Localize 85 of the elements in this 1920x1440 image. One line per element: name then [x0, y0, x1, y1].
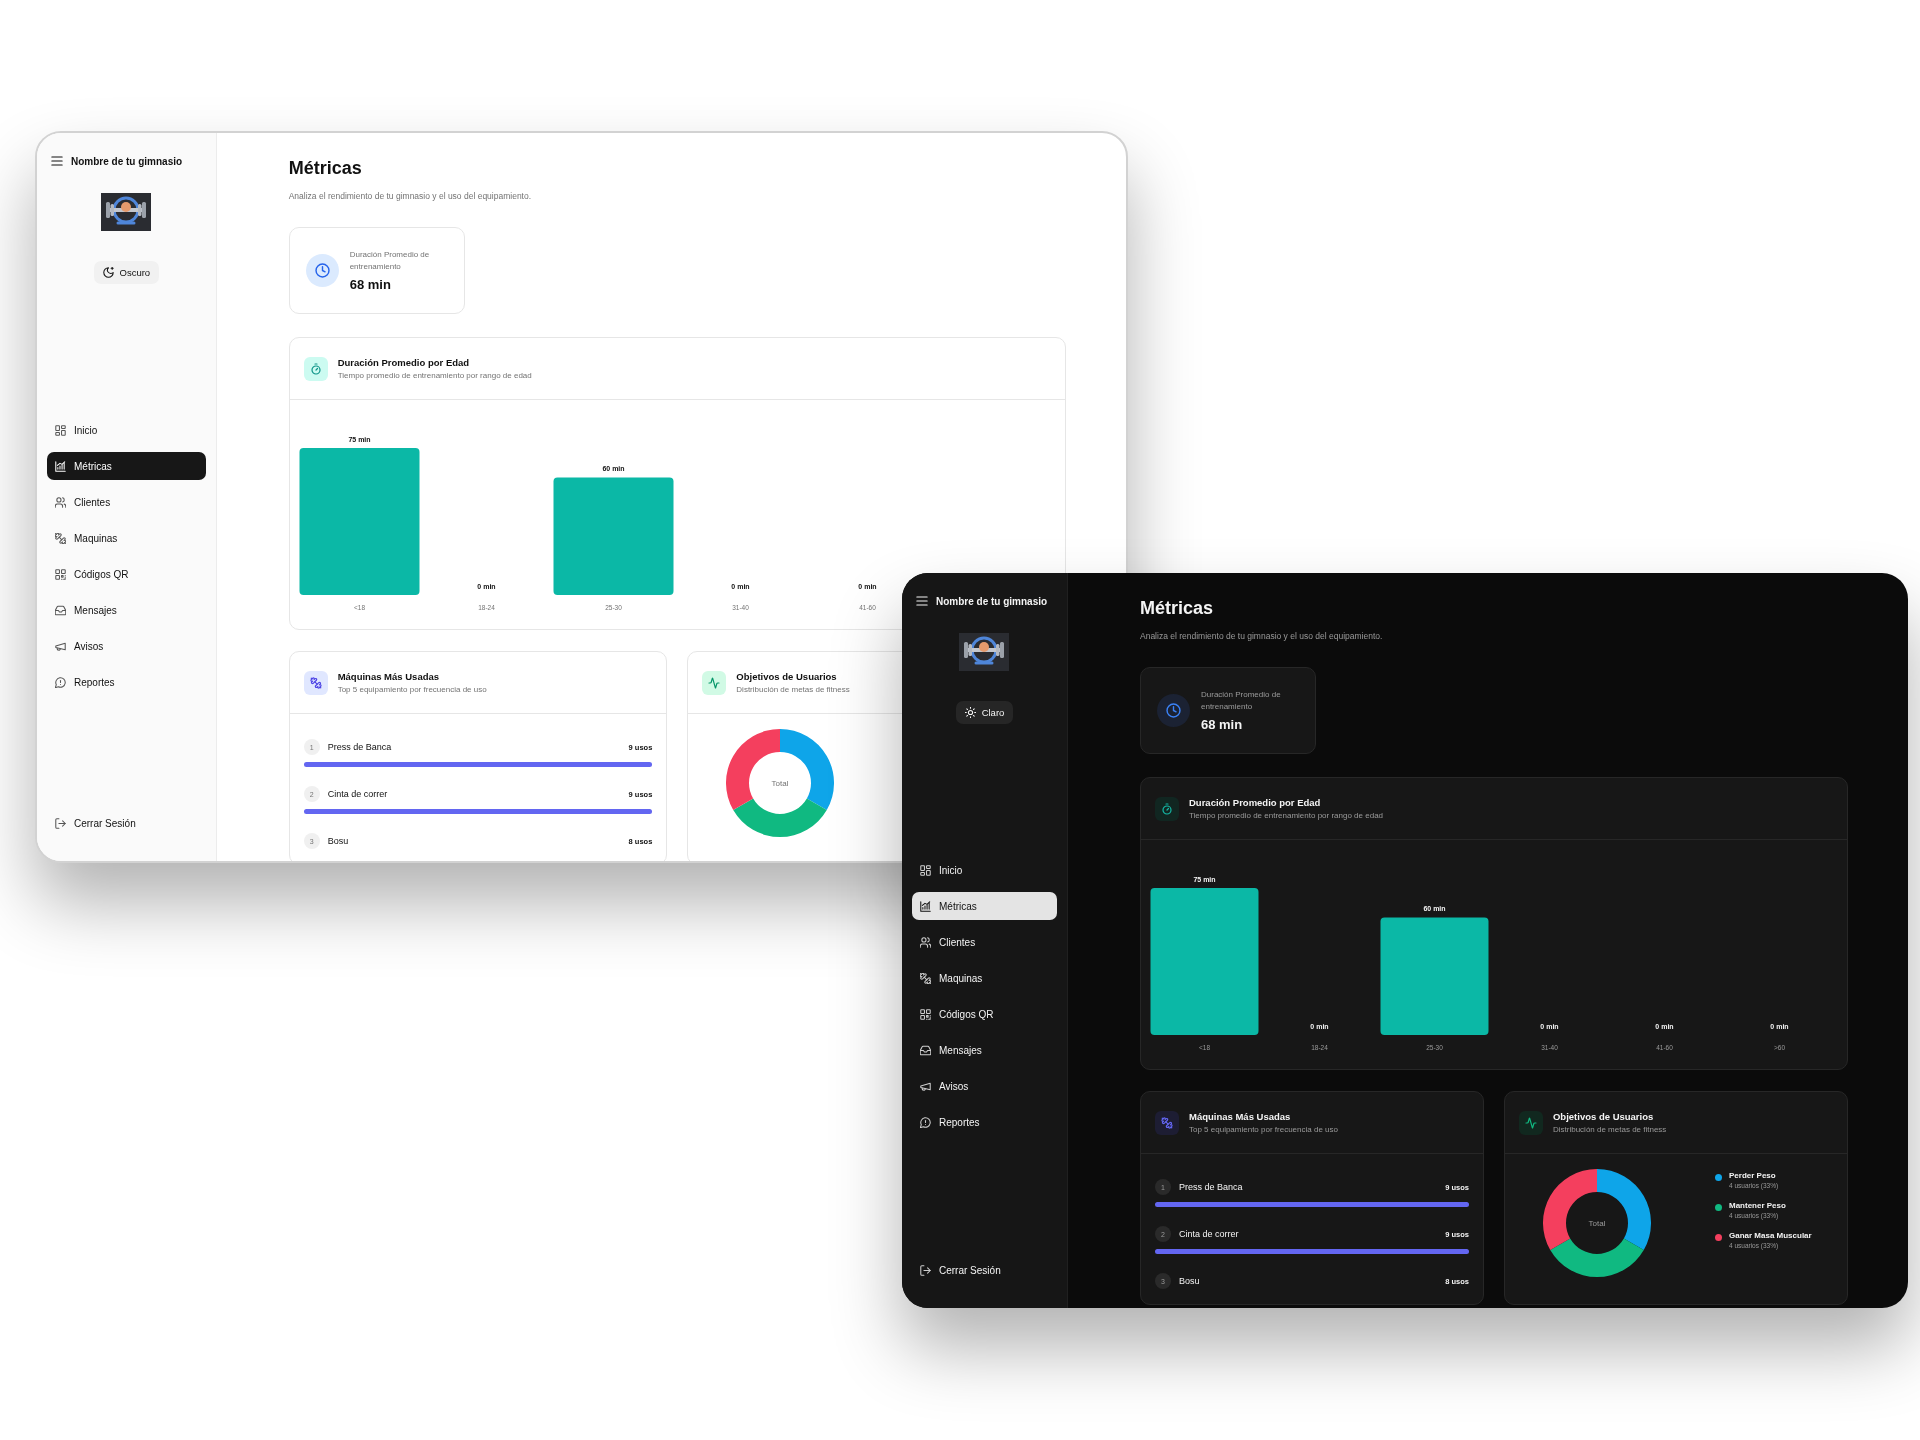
stopwatch-icon [303, 356, 328, 381]
card-title: Objetivos de Usuarios [1553, 1111, 1654, 1122]
legend-label: Ganar Masa Muscular [1729, 1231, 1812, 1240]
card-subtitle: Tiempo promedio de entrenamiento por rango de edad [337, 371, 532, 380]
qr-code-icon [55, 568, 66, 580]
nav-item[interactable]: Clientes [47, 488, 206, 516]
pulse-icon [1519, 1110, 1543, 1135]
stat-value: 68 min [1201, 717, 1243, 732]
legend-label: Perder Peso [1729, 1171, 1776, 1180]
clock-icon [305, 254, 339, 287]
nav-item[interactable]: Maquinas [912, 964, 1057, 992]
theme-toggle-button[interactable]: Oscuro [93, 261, 160, 284]
card-title: Objetivos de Usuarios [736, 671, 837, 682]
app-title: Nombre de tu gimnasio [936, 595, 1048, 607]
nav-item[interactable]: Inicio [47, 416, 206, 444]
dumbbell-logo [959, 633, 1010, 671]
card-subtitle: Distribución de metas de fitness [1553, 1125, 1667, 1134]
dumbbell-icon [303, 670, 328, 695]
machine-name: Bosu [1179, 1276, 1200, 1286]
nav-item[interactable]: Avisos [47, 632, 206, 660]
inbox-icon [55, 604, 66, 616]
stopwatch-icon [1155, 796, 1179, 821]
grid-icon [55, 424, 66, 436]
card-title: Duración Promedio por Edad [337, 357, 470, 368]
machine-name: Press de Banca [327, 742, 392, 752]
dumbbell-icon [55, 532, 66, 544]
message-alert-icon [920, 1116, 931, 1128]
megaphone-icon [920, 1080, 931, 1092]
logout-icon [920, 1264, 931, 1276]
dumbbell-icon [1155, 1110, 1179, 1135]
machine-name: Bosu [327, 836, 349, 846]
machine-name: Press de Banca [1179, 1182, 1243, 1192]
pulse-icon [702, 670, 727, 695]
donut-center-label: Total [771, 779, 789, 788]
nav-item[interactable]: Códigos QR [47, 560, 206, 588]
legend-label: Mantener Peso [1729, 1201, 1786, 1210]
card-title: Duración Promedio por Edad [1189, 797, 1321, 808]
donut-slice [1550, 1238, 1644, 1277]
nav-item[interactable]: Métricas [912, 892, 1057, 920]
qr-code-icon [920, 1008, 931, 1020]
page-subtitle: Analiza el rendimiento de tu gimnasio y el uso del equipamiento. [1140, 631, 1383, 641]
logout-button[interactable]: Cerrar Sesión [912, 1256, 1057, 1284]
theme-toggle-button[interactable]: Claro [955, 701, 1014, 724]
machine-name: Cinta de correr [327, 789, 388, 799]
bar-chart-icon [920, 900, 931, 912]
nav-item[interactable]: Avisos [912, 1072, 1057, 1100]
machine-name: Cinta de correr [1179, 1229, 1239, 1239]
nav-item[interactable]: Maquinas [47, 524, 206, 552]
stat-label: Duración Promedio de entrenamiento [349, 249, 431, 273]
nav-item[interactable]: Mensajes [912, 1036, 1057, 1064]
card-title: Máquinas Más Usadas [337, 671, 440, 682]
inbox-icon [920, 1044, 931, 1056]
dumbbell-icon [920, 972, 931, 984]
stat-label: Duración Promedio de entrenamiento [1201, 689, 1282, 713]
sun-icon [964, 707, 976, 718]
menu-icon[interactable] [51, 155, 63, 167]
bar-chart-icon [55, 460, 66, 472]
card-subtitle: Top 5 equipamiento por frecuencia de uso [337, 685, 487, 694]
megaphone-icon [55, 640, 66, 652]
nav-item[interactable]: Métricas [47, 452, 206, 480]
card-subtitle: Tiempo promedio de entrenamiento por rango de edad [1189, 811, 1384, 820]
stat-value: 68 min [349, 277, 391, 292]
nav-item[interactable]: Mensajes [47, 596, 206, 624]
message-alert-icon [55, 676, 66, 688]
grid-icon [920, 864, 931, 876]
nav-item[interactable]: Códigos QR [912, 1000, 1057, 1028]
donut-center-label: Total [1588, 1219, 1606, 1228]
logout-icon [55, 817, 66, 829]
card-title: Máquinas Más Usadas [1189, 1111, 1291, 1122]
nav-item[interactable]: Inicio [912, 856, 1057, 884]
nav-item[interactable]: Reportes [47, 668, 206, 696]
nav-item[interactable]: Reportes [912, 1108, 1057, 1136]
page-title: Métricas [1140, 597, 1214, 619]
users-icon [55, 496, 66, 508]
users-icon [920, 936, 931, 948]
moon-icon [102, 267, 114, 278]
page-subtitle: Analiza el rendimiento de tu gimnasio y el uso del equipamiento. [288, 191, 532, 201]
page-title: Métricas [288, 157, 362, 179]
card-subtitle: Top 5 equipamiento por frecuencia de uso [1189, 1125, 1338, 1134]
app-title: Nombre de tu gimnasio [71, 155, 183, 167]
dumbbell-logo [101, 193, 152, 231]
card-subtitle: Distribución de metas de fitness [736, 685, 850, 694]
logout-button[interactable]: Cerrar Sesión [47, 809, 206, 837]
nav-item[interactable]: Clientes [912, 928, 1057, 956]
clock-icon [1157, 694, 1190, 727]
